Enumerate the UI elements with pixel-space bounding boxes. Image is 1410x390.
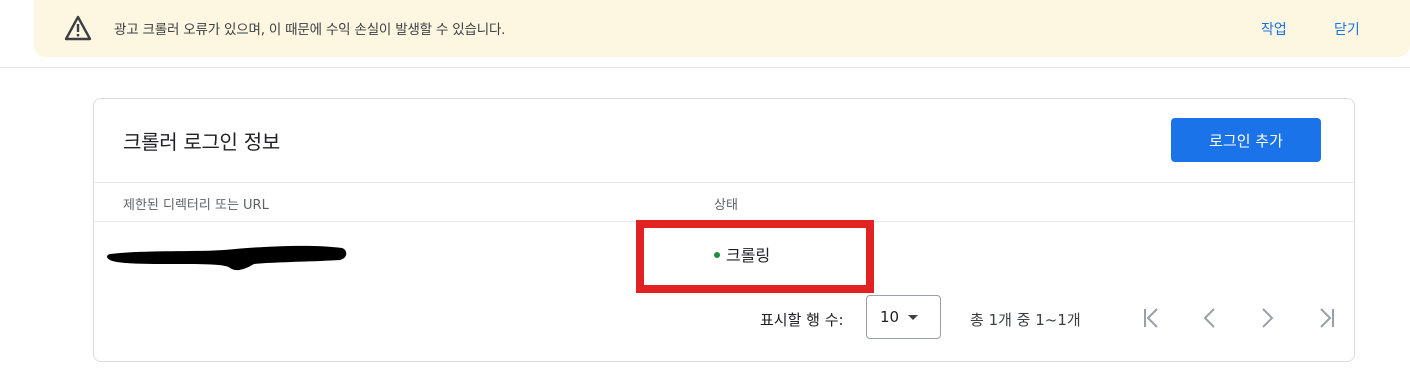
add-login-button[interactable]: 로그인 추가 xyxy=(1171,118,1321,162)
status-label: 크롤링 xyxy=(726,246,771,265)
caret-down-icon xyxy=(908,315,918,320)
redacted-url xyxy=(107,245,347,271)
previous-page-icon[interactable] xyxy=(1195,303,1225,333)
table-row[interactable]: 크롤링 xyxy=(94,222,1354,282)
warning-banner: 광고 크롤러 오류가 있으며, 이 때문에 수익 손실이 발생할 수 있습니다.… xyxy=(34,0,1410,57)
status-cell: 크롤링 xyxy=(714,242,770,266)
last-page-icon[interactable] xyxy=(1312,303,1342,333)
card-title: 크롤러 로그인 정보 xyxy=(123,130,280,154)
rows-per-page-label: 표시할 행 수: xyxy=(760,311,844,329)
pagination: 표시할 행 수: 10 총 1개 중 1~1개 xyxy=(94,295,1354,343)
warning-message: 광고 크롤러 오류가 있으며, 이 때문에 수익 손실이 발생할 수 있습니다. xyxy=(114,22,506,38)
rows-per-page-select[interactable]: 10 xyxy=(866,295,941,339)
next-page-icon[interactable] xyxy=(1252,303,1282,333)
table-header: 제한된 디렉터리 또는 URL 상태 xyxy=(94,182,1354,222)
banner-close-link[interactable]: 닫기 xyxy=(1334,19,1360,39)
column-header-status[interactable]: 상태 xyxy=(714,194,738,213)
page-range-label: 총 1개 중 1~1개 xyxy=(970,311,1081,329)
status-dot-icon xyxy=(714,251,720,258)
warning-icon xyxy=(64,15,92,41)
section-divider xyxy=(0,67,1410,68)
rows-per-page-value: 10 xyxy=(880,308,900,326)
first-page-icon[interactable] xyxy=(1136,303,1166,333)
banner-action-link[interactable]: 작업 xyxy=(1261,19,1287,39)
crawler-login-card: 크롤러 로그인 정보 로그인 추가 제한된 디렉터리 또는 URL 상태 크롤링… xyxy=(93,98,1355,362)
column-header-url[interactable]: 제한된 디렉터리 또는 URL xyxy=(123,194,269,213)
